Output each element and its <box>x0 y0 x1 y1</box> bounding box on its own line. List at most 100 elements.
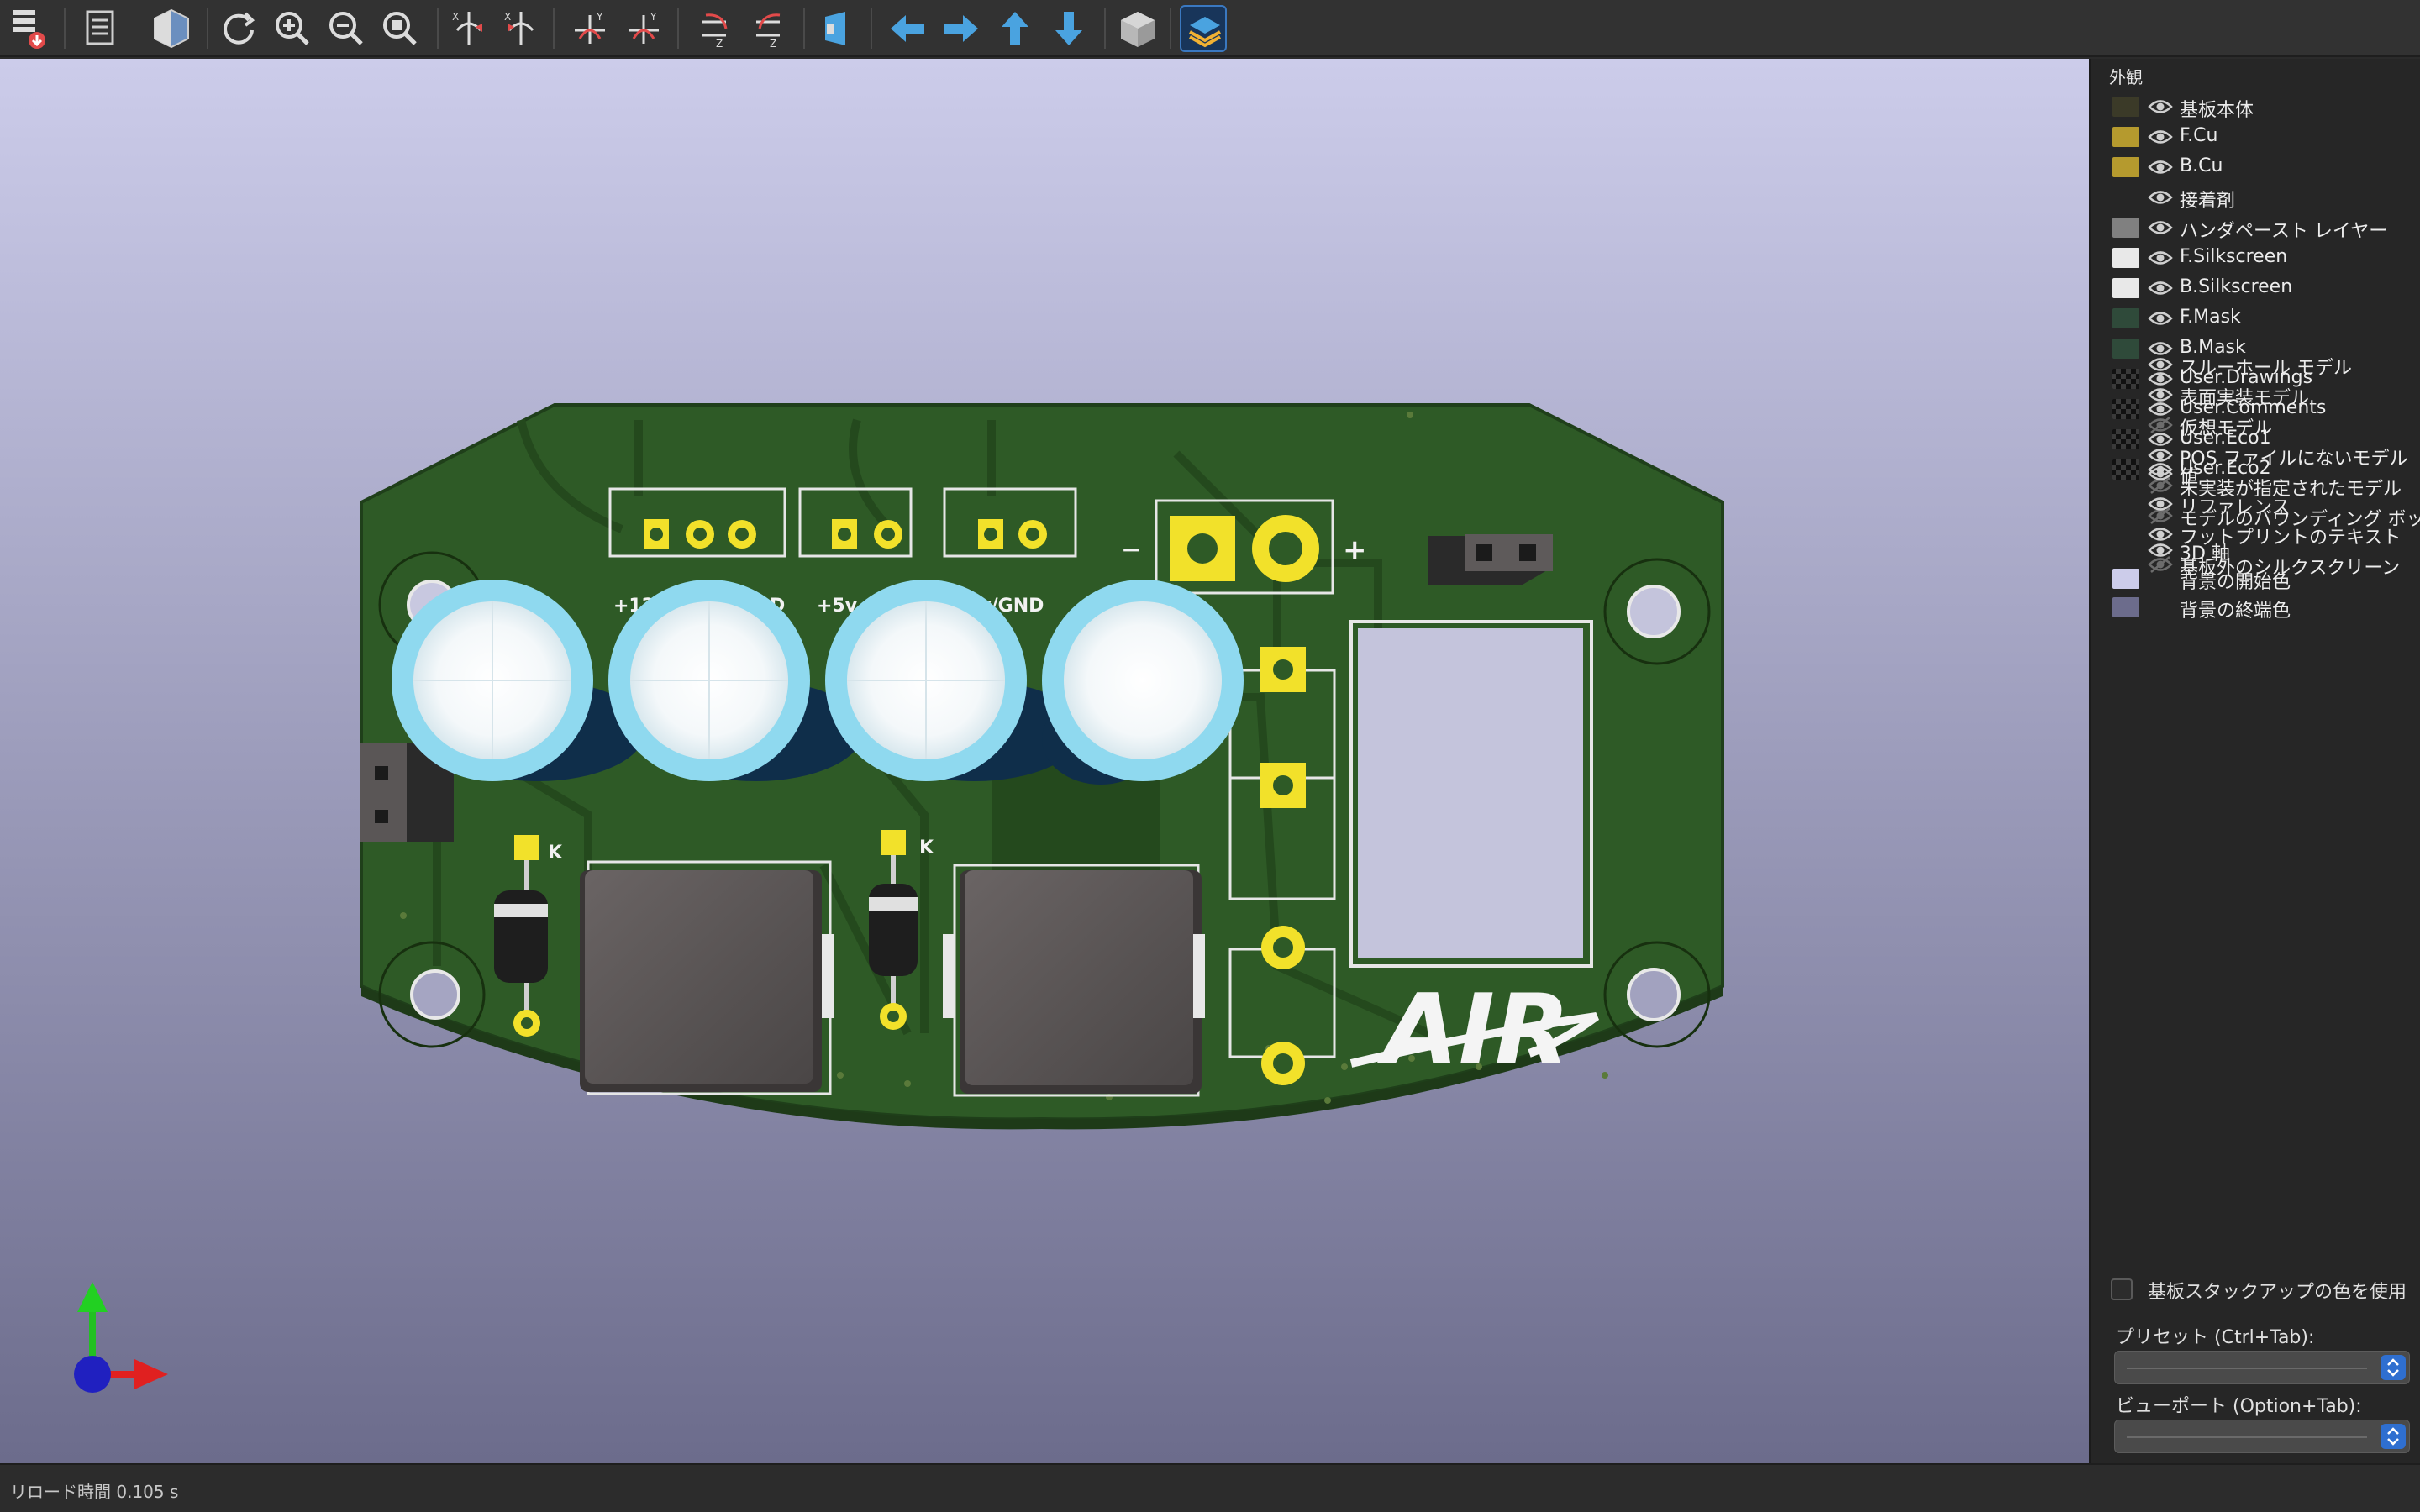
layer-row-layers[interactable]: F.Mask <box>2091 302 2420 333</box>
color-swatch[interactable] <box>2112 248 2139 268</box>
reload-time-text: リロード時間 0.105 s <box>10 1482 179 1502</box>
layer-row-models[interactable]: 仮想モデル <box>2091 409 2420 439</box>
silk-label: K <box>548 843 563 864</box>
rotate-y-ccw-icon[interactable]: Y <box>620 5 667 52</box>
svg-text:X: X <box>504 11 511 23</box>
layer-label: B.Silkscreen <box>2180 276 2293 297</box>
chevron-updown-icon <box>2381 1355 2406 1380</box>
layer-row-layers[interactable]: B.Silkscreen <box>2091 272 2420 302</box>
kicad-3d-viewer-window: X X Y Y Z Z +12 D +5v 5v/GND K K − + AIR… <box>0 0 2420 1512</box>
layer-label: F.Cu <box>2180 125 2218 146</box>
silk-label: + <box>1343 533 1367 567</box>
rotate-x-cw-icon[interactable]: X <box>445 5 492 52</box>
stackup-color-checkbox[interactable] <box>2111 1278 2133 1300</box>
layer-label: 背景の開始色 <box>2180 572 2291 593</box>
rotate-y-cw-icon[interactable]: Y <box>566 5 613 52</box>
layer-label: F.Silkscreen <box>2180 246 2288 267</box>
layer-row-texts[interactable]: リファレンス <box>2091 488 2420 518</box>
silk-label: K <box>919 837 934 858</box>
viewport-select[interactable] <box>2114 1420 2410 1453</box>
layer-row-misc[interactable]: 背景の開始色 <box>2091 563 2420 593</box>
move-down-icon[interactable] <box>1045 5 1092 52</box>
air-logo: AIR <box>1349 974 1599 1087</box>
eye-visible-icon[interactable] <box>2148 465 2173 483</box>
eye-visible-icon[interactable] <box>2148 541 2173 559</box>
eye-visible-icon[interactable] <box>2148 355 2173 374</box>
layer-label: 背景の終端色 <box>2180 601 2291 622</box>
layer-label: ハンダペースト レイヤー <box>2180 221 2388 242</box>
color-swatch[interactable] <box>2112 278 2139 298</box>
layer-row-misc[interactable]: 背景の終端色 <box>2091 591 2420 622</box>
layer-label: 接着剤 <box>2180 191 2236 212</box>
status-bar: リロード時間 0.105 s <box>0 1463 2420 1512</box>
zoom-out-icon[interactable] <box>323 5 370 52</box>
eye-visible-icon[interactable] <box>2148 158 2173 176</box>
viewport-preset-label: ビューポート (Option+Tab): <box>2116 1396 2362 1417</box>
toolbar-separator <box>803 8 805 49</box>
color-swatch[interactable] <box>2112 597 2139 617</box>
layer-row-models[interactable]: スルーホール モデル <box>2091 349 2420 379</box>
zoom-fit-icon[interactable] <box>376 5 424 52</box>
layer-label: 仮想モデル <box>2180 418 2273 439</box>
eye-visible-icon[interactable] <box>2148 128 2173 146</box>
eye-visible-icon[interactable] <box>2148 188 2173 207</box>
eye-hidden-icon[interactable] <box>2148 416 2173 434</box>
layer-label: 値 <box>2180 467 2199 488</box>
color-swatch[interactable] <box>2112 218 2139 238</box>
toolbar-separator <box>64 8 66 49</box>
eye-visible-icon[interactable] <box>2148 386 2173 404</box>
zoom-in-icon[interactable] <box>269 5 316 52</box>
color-swatch[interactable] <box>2112 157 2139 177</box>
export-image-icon[interactable] <box>7 5 54 52</box>
layer-row-layers[interactable]: F.Cu <box>2091 121 2420 151</box>
move-left-icon[interactable] <box>884 5 931 52</box>
eye-visible-icon[interactable] <box>2148 309 2173 328</box>
toolbar-separator <box>871 8 872 49</box>
layer-label: 基板本体 <box>2180 100 2254 121</box>
rotate-x-ccw-icon[interactable]: X <box>497 5 544 52</box>
layer-row-layers[interactable]: ハンダペースト レイヤー <box>2091 212 2420 242</box>
eye-visible-icon[interactable] <box>2148 218 2173 237</box>
3d-raytrace-icon[interactable] <box>148 5 195 52</box>
color-swatch[interactable] <box>2112 97 2139 117</box>
layers-panel-icon[interactable] <box>1180 5 1227 52</box>
eye-visible-icon[interactable] <box>2148 97 2173 116</box>
layer-row-models[interactable]: 表面実装モデル <box>2091 379 2420 409</box>
preset-select[interactable] <box>2114 1351 2410 1384</box>
header-connector <box>1428 534 1553 585</box>
stackup-color-label: 基板スタックアップの色を使用 <box>2148 1282 2407 1303</box>
main-toolbar: X X Y Y Z Z <box>0 0 2420 57</box>
layer-row-misc[interactable]: 3D 軸 <box>2091 534 2420 564</box>
toolbar-separator <box>553 8 555 49</box>
move-right-icon[interactable] <box>938 5 985 52</box>
logo-text: AIR <box>1376 974 1570 1087</box>
copy-clipboard-icon[interactable] <box>77 5 124 52</box>
layer-row-layers[interactable]: F.Silkscreen <box>2091 242 2420 272</box>
flip-board-icon[interactable] <box>813 5 860 52</box>
layer-row-layers[interactable]: B.Cu <box>2091 151 2420 181</box>
layer-row-layers[interactable]: 接着剤 <box>2091 181 2420 212</box>
toolbar-separator <box>1170 8 1171 49</box>
rotate-z-cw-icon[interactable]: Z <box>692 5 739 52</box>
3d-viewport[interactable]: +12 D +5v 5v/GND K K − + AIR <box>0 59 2089 1463</box>
rotate-z-ccw-icon[interactable]: Z <box>746 5 793 52</box>
eye-visible-icon[interactable] <box>2148 279 2173 297</box>
layer-row-layers[interactable]: 基板本体 <box>2091 91 2420 121</box>
preset-label: プリセット (Ctrl+Tab): <box>2116 1327 2315 1348</box>
chevron-updown-icon <box>2381 1424 2406 1449</box>
ortho-view-icon[interactable] <box>1114 5 1161 52</box>
move-up-icon[interactable] <box>992 5 1039 52</box>
refresh-icon[interactable] <box>215 5 262 52</box>
eye-visible-icon[interactable] <box>2148 495 2173 513</box>
svg-text:Y: Y <box>596 11 603 23</box>
toolbar-separator <box>437 8 439 49</box>
layer-row-texts[interactable]: 値 <box>2091 458 2420 488</box>
color-swatch[interactable] <box>2112 569 2139 589</box>
eye-visible-icon[interactable] <box>2148 249 2173 267</box>
display-cutout <box>1349 620 1593 968</box>
color-swatch[interactable] <box>2112 127 2139 147</box>
svg-text:Z: Z <box>770 38 776 50</box>
color-swatch[interactable] <box>2112 308 2139 328</box>
svg-text:Y: Y <box>650 11 657 23</box>
toolbar-separator <box>677 8 679 49</box>
